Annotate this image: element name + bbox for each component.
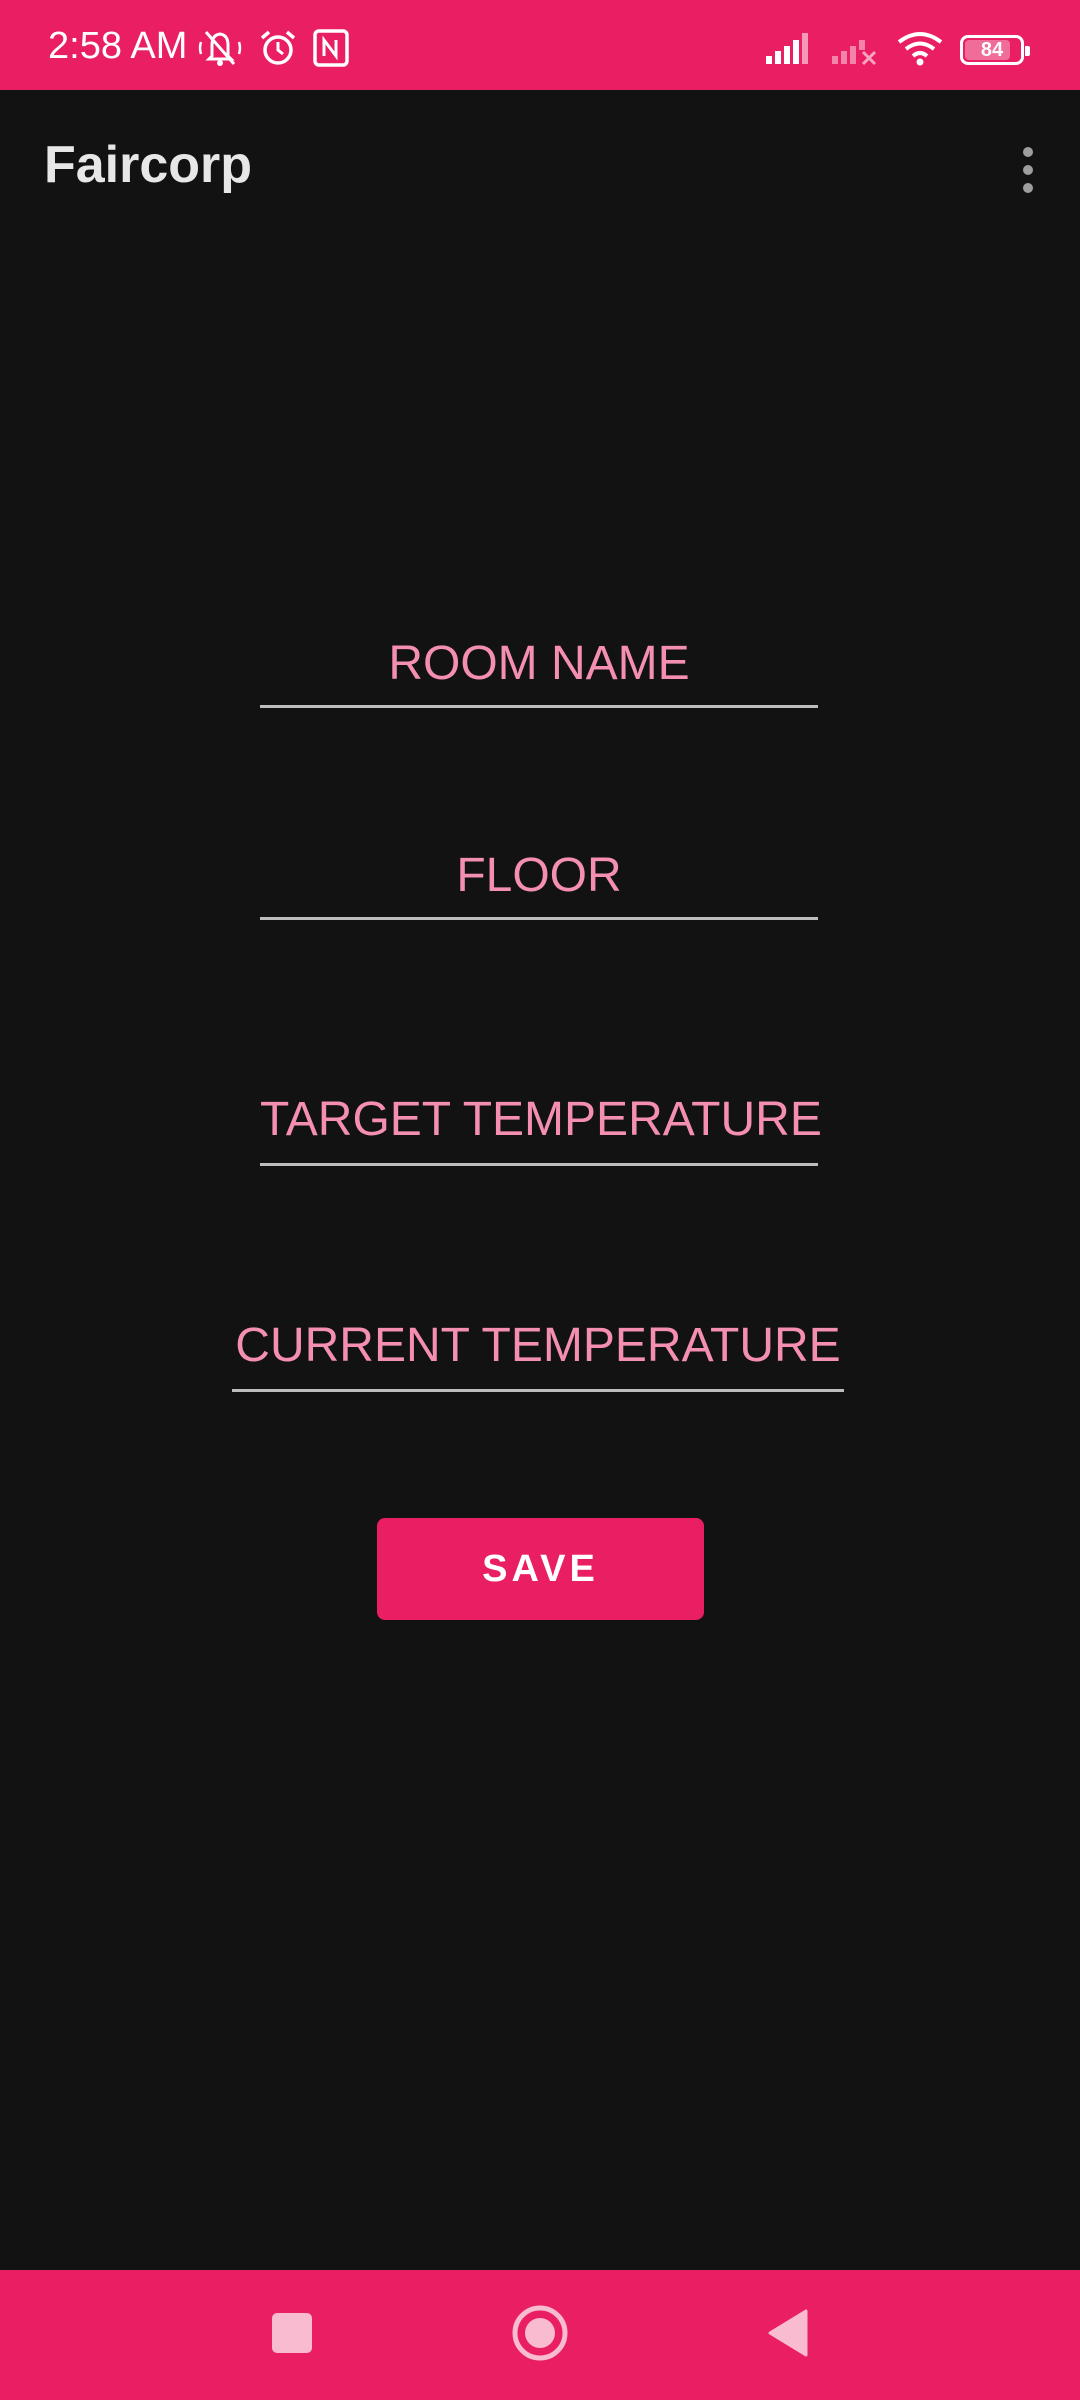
battery-level: 84 bbox=[980, 39, 1004, 61]
more-vert-icon bbox=[1020, 146, 1036, 199]
save-button-label: SAVE bbox=[482, 1547, 599, 1590]
signal-icon bbox=[764, 30, 814, 71]
room-name-input[interactable]: ROOM NAME bbox=[260, 640, 818, 708]
status-left-icons bbox=[196, 28, 350, 73]
recents-button[interactable] bbox=[252, 2295, 332, 2375]
current-temperature-input[interactable]: CURRENT TEMPERATURE bbox=[232, 1322, 844, 1392]
overflow-menu-button[interactable] bbox=[1004, 140, 1052, 204]
target-temperature-input[interactable]: TARGET TEMPERATURE bbox=[260, 1093, 822, 1166]
home-circle-icon bbox=[511, 2304, 569, 2367]
floor-hint: FLOOR bbox=[456, 849, 622, 902]
back-button[interactable] bbox=[748, 2295, 828, 2375]
screen: 2:58 AM 84 Faircorp ROOM NAME FLOOR TARG… bbox=[0, 0, 1080, 2400]
status-bar: 2:58 AM 84 bbox=[0, 0, 1080, 90]
status-right-icons: 84 bbox=[764, 30, 1030, 71]
current-temperature-hint: CURRENT TEMPERATURE bbox=[235, 1319, 841, 1372]
save-button[interactable]: SAVE bbox=[377, 1518, 704, 1620]
app-bar: Faircorp bbox=[0, 90, 1080, 250]
room-name-hint: ROOM NAME bbox=[388, 637, 690, 690]
notifications-muted-icon bbox=[196, 28, 244, 73]
alarm-icon bbox=[258, 28, 298, 73]
navigation-bar bbox=[0, 2270, 1080, 2400]
wifi-icon bbox=[896, 30, 944, 71]
status-time: 2:58 AM bbox=[48, 25, 188, 67]
recents-square-icon bbox=[270, 2311, 314, 2360]
back-triangle-icon bbox=[766, 2308, 810, 2363]
home-button[interactable] bbox=[500, 2295, 580, 2375]
app-title: Faircorp bbox=[44, 136, 253, 194]
battery-icon: 84 bbox=[960, 35, 1030, 65]
nfc-icon bbox=[312, 28, 350, 73]
target-temperature-hint: TARGET TEMPERATURE bbox=[260, 1093, 822, 1146]
signal-no-service-icon bbox=[830, 30, 880, 71]
floor-input[interactable]: FLOOR bbox=[260, 852, 818, 920]
